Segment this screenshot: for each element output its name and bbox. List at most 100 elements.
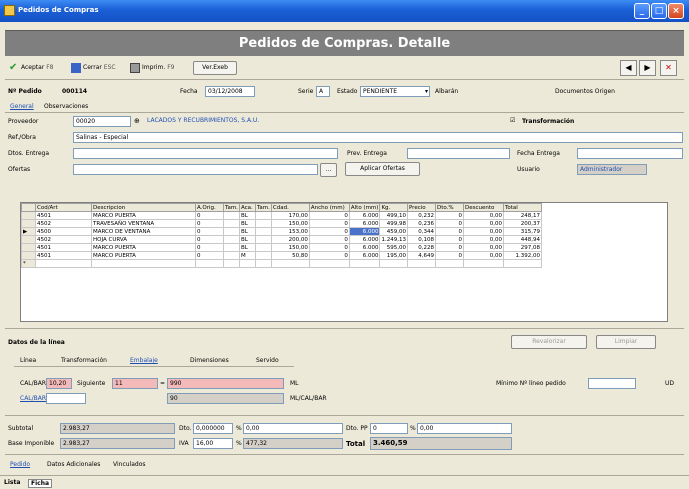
calibar2-field[interactable] bbox=[46, 393, 86, 404]
dtos-field[interactable] bbox=[73, 148, 338, 159]
column-header[interactable]: Descripcion bbox=[91, 203, 196, 212]
table-cell[interactable]: 315,79 bbox=[502, 227, 542, 236]
table-cell[interactable]: 0 bbox=[308, 227, 350, 236]
column-header[interactable]: Cdad. bbox=[270, 203, 310, 212]
calibar-field[interactable]: 10,20 bbox=[46, 378, 72, 389]
column-header[interactable]: Tam. bbox=[254, 203, 272, 212]
tab-pedido[interactable]: Pedido bbox=[10, 461, 30, 468]
table-cell[interactable]: BL bbox=[238, 227, 256, 236]
table-row[interactable]: 4502 HOJA CURVA 0 BL 200,00 0 6.000 1.249,13 0,1… bbox=[21, 235, 542, 244]
table-cell[interactable]: 0 bbox=[308, 251, 350, 260]
table-cell[interactable]: 150,00 bbox=[270, 243, 310, 252]
column-header[interactable]: Descuento bbox=[462, 203, 504, 212]
table-cell[interactable]: 0,00 bbox=[462, 251, 504, 260]
ofertas-field[interactable] bbox=[73, 164, 318, 175]
column-header[interactable]: Alto (mm) bbox=[348, 203, 381, 212]
table-cell[interactable] bbox=[35, 259, 92, 268]
table-cell[interactable] bbox=[223, 235, 240, 244]
table-row[interactable]: 4501 MARCO PUERTA 0 BL 170,00 0 6.000 499,10 0,2… bbox=[21, 211, 542, 220]
table-cell[interactable]: 1.249,13 bbox=[379, 235, 408, 244]
table-cell[interactable]: HOJA CURVA bbox=[91, 235, 196, 244]
dto-field[interactable]: 0,000000 bbox=[193, 423, 233, 434]
table-cell[interactable]: 248,17 bbox=[502, 211, 542, 220]
close-form-button[interactable]: Cerrar ESC bbox=[71, 61, 116, 75]
table-cell[interactable]: BL bbox=[238, 235, 256, 244]
table-cell[interactable] bbox=[238, 259, 256, 268]
next-record-button[interactable]: ▶ bbox=[639, 60, 656, 76]
iva-field[interactable]: 16,00 bbox=[193, 438, 233, 449]
column-header[interactable]: A.Orig. bbox=[195, 203, 224, 212]
close-button[interactable]: × bbox=[668, 3, 684, 19]
tab-transformacion[interactable]: Transformación bbox=[61, 357, 107, 364]
table-cell[interactable]: 0 bbox=[434, 251, 464, 260]
tab-general[interactable]: General bbox=[10, 103, 34, 110]
row-selector[interactable] bbox=[21, 219, 36, 228]
aplicar-ofertas-button[interactable]: Aplicar Ofertas bbox=[345, 162, 420, 176]
table-cell[interactable]: 0 bbox=[195, 227, 224, 236]
row-selector[interactable] bbox=[21, 251, 36, 260]
fecha-field[interactable]: 03/12/2008 bbox=[205, 86, 255, 97]
table-cell[interactable] bbox=[270, 259, 310, 268]
table-row[interactable]: 4501 MARCO PUERTA 0 BL 150,00 0 6.000 595,00 0,2… bbox=[21, 243, 542, 252]
table-cell[interactable]: 0,236 bbox=[406, 219, 436, 228]
table-cell[interactable]: 50,80 bbox=[270, 251, 310, 260]
table-cell[interactable]: 0 bbox=[195, 219, 224, 228]
table-cell[interactable]: 459,00 bbox=[379, 227, 408, 236]
table-cell[interactable]: 0 bbox=[434, 219, 464, 228]
table-cell[interactable]: BL bbox=[238, 219, 256, 228]
table-cell[interactable] bbox=[254, 211, 272, 220]
table-cell[interactable] bbox=[91, 259, 196, 268]
calibar-link[interactable]: CAL/BAR bbox=[20, 395, 46, 402]
table-cell[interactable]: MARCO DE VENTANA bbox=[91, 227, 196, 236]
column-header[interactable]: Tam. bbox=[223, 203, 240, 212]
table-cell[interactable]: 4501 bbox=[35, 243, 92, 252]
table-cell[interactable]: BL bbox=[238, 243, 256, 252]
dto-pp-amount[interactable]: 0,00 bbox=[417, 423, 512, 434]
table-cell[interactable]: TRAVESAÑO VENTANA bbox=[91, 219, 196, 228]
new-row[interactable]: * bbox=[21, 259, 542, 268]
table-cell[interactable]: 6.000 bbox=[348, 235, 381, 244]
table-cell[interactable]: 150,00 bbox=[270, 219, 310, 228]
table-cell[interactable]: 0 bbox=[195, 251, 224, 260]
table-cell[interactable]: 0 bbox=[308, 235, 350, 244]
row-selector[interactable] bbox=[21, 243, 36, 252]
serie-field[interactable]: A bbox=[316, 86, 330, 97]
table-cell[interactable]: 4502 bbox=[35, 235, 92, 244]
table-cell[interactable]: 297,08 bbox=[502, 243, 542, 252]
table-cell[interactable]: 0 bbox=[434, 235, 464, 244]
table-cell[interactable]: 170,00 bbox=[270, 211, 310, 220]
table-cell[interactable]: 0 bbox=[195, 243, 224, 252]
table-cell[interactable] bbox=[348, 259, 381, 268]
column-header[interactable]: Total bbox=[502, 203, 542, 212]
column-header[interactable]: Aca. bbox=[238, 203, 256, 212]
proveedor-code-field[interactable]: 00020 bbox=[73, 116, 131, 127]
tab-ficha[interactable]: Ficha bbox=[28, 479, 53, 488]
table-cell[interactable] bbox=[223, 227, 240, 236]
ver-exec-button[interactable]: Ver.Exeb bbox=[193, 61, 237, 75]
table-cell[interactable]: 4502 bbox=[35, 219, 92, 228]
column-header[interactable]: Dto.% bbox=[434, 203, 464, 212]
minimo-field[interactable] bbox=[588, 378, 636, 389]
table-cell[interactable]: 0,00 bbox=[462, 227, 504, 236]
dto-amount[interactable]: 0,00 bbox=[243, 423, 343, 434]
minimize-button[interactable]: _ bbox=[634, 3, 650, 19]
lines-grid[interactable]: Cod/Art Descripcion A.Orig. Tam. Aca. Tam. Cda… bbox=[20, 202, 668, 322]
table-row[interactable]: 4502 TRAVESAÑO VENTANA 0 BL 150,00 0 6.000 499,… bbox=[21, 219, 542, 228]
table-cell[interactable]: 448,94 bbox=[502, 235, 542, 244]
ofertas-browse-button[interactable]: ... bbox=[320, 163, 337, 177]
table-cell[interactable]: 200,37 bbox=[502, 219, 542, 228]
table-cell[interactable]: 499,10 bbox=[379, 211, 408, 220]
search-icon[interactable]: ⊕ bbox=[134, 117, 140, 125]
table-cell[interactable]: 0,344 bbox=[406, 227, 436, 236]
fecha-entrega-field[interactable] bbox=[577, 148, 683, 159]
table-cell[interactable]: 4,649 bbox=[406, 251, 436, 260]
estado-select[interactable]: PENDIENTE ▾ bbox=[360, 86, 430, 97]
table-cell[interactable] bbox=[308, 259, 350, 268]
siguiente-field[interactable]: 11 bbox=[112, 378, 158, 389]
table-cell[interactable]: 0 bbox=[308, 219, 350, 228]
table-row[interactable]: ▶ 4500 MARCO DE VENTANA 0 BL 153,00 0 6.000 459,… bbox=[21, 227, 542, 236]
table-cell[interactable]: 0 bbox=[434, 227, 464, 236]
column-header[interactable]: Precio bbox=[406, 203, 436, 212]
table-cell[interactable] bbox=[223, 219, 240, 228]
table-cell[interactable] bbox=[254, 235, 272, 244]
